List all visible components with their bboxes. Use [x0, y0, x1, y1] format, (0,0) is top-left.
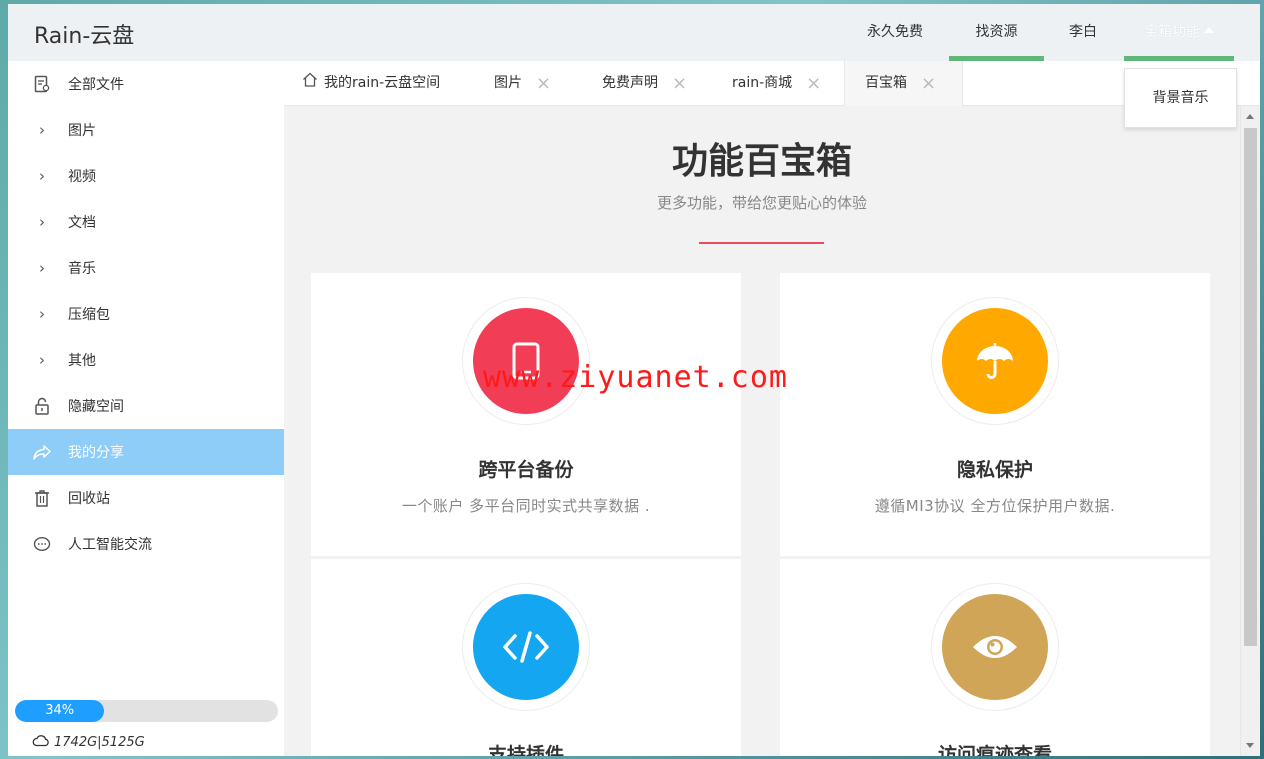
home-icon: [302, 61, 318, 106]
feature-icon-ring: [462, 583, 590, 711]
feature-icon-ring: [931, 583, 1059, 711]
sidebar-item-label: 全部文件: [68, 77, 124, 93]
tab-home[interactable]: 我的rain-云盘空间: [302, 61, 440, 106]
scroll-up-arrow-icon[interactable]: [1246, 114, 1254, 119]
tab-label: rain-商城: [732, 75, 793, 91]
feature-card-privacy[interactable]: 隐私保护 遵循MI3协议 全方位保护用户数据.: [780, 273, 1210, 556]
title-divider: [699, 242, 824, 244]
sidebar-item-label: 我的分享: [68, 445, 124, 461]
sidebar-item-label: 压缩包: [68, 307, 110, 323]
tab-label: 图片: [494, 75, 522, 91]
sidebar-item-label: 图片: [68, 123, 96, 139]
feature-card-visit-trace[interactable]: 访问痕迹查看: [780, 559, 1210, 756]
sidebar-item-archives[interactable]: › 压缩包: [8, 291, 284, 337]
tab-rain-shop[interactable]: rain-商城 ×: [732, 61, 821, 106]
code-icon: [473, 594, 579, 700]
close-icon[interactable]: ×: [536, 61, 551, 106]
feature-card-plugins[interactable]: 支持插件: [311, 559, 741, 756]
tab-bar: 我的rain-云盘空间 图片 × 免费声明 × rain-商城 × 百宝箱 ×: [284, 61, 1260, 106]
close-icon[interactable]: ×: [806, 61, 821, 106]
umbrella-icon: [942, 308, 1048, 414]
chevron-right-icon: ›: [39, 351, 45, 369]
close-icon[interactable]: ×: [672, 61, 687, 106]
top-header: Rain-云盘 永久免费 找资源 李白 宝箱功能: [8, 4, 1260, 61]
sidebar-item-ai-chat[interactable]: 人工智能交流: [8, 521, 284, 567]
sidebar-item-label: 隐藏空间: [68, 399, 124, 415]
app-logo[interactable]: Rain-云盘: [34, 18, 134, 50]
nav-item-free[interactable]: 永久免费: [850, 4, 940, 61]
file-icon: [32, 75, 52, 93]
feature-desc: 遵循MI3协议 全方位保护用户数据.: [874, 497, 1116, 515]
sidebar: 全部文件 › 图片 › 视频 › 文档 › 音乐 › 压缩包 › 其他 隐藏空间…: [8, 61, 284, 756]
sidebar-item-label: 回收站: [68, 491, 110, 507]
trash-icon: [32, 489, 52, 507]
close-icon[interactable]: ×: [921, 61, 936, 106]
chevron-right-icon: ›: [39, 167, 45, 185]
tab-treasure-box[interactable]: 百宝箱 ×: [844, 61, 963, 106]
page-title: 功能百宝箱: [671, 141, 852, 182]
nav-item-find-resource[interactable]: 找资源: [949, 4, 1044, 61]
sidebar-item-my-share[interactable]: 我的分享: [8, 429, 284, 475]
sidebar-item-recycle-bin[interactable]: 回收站: [8, 475, 284, 521]
feature-title: 支持插件: [487, 744, 564, 756]
cloud-icon: [32, 733, 50, 751]
storage-progress-fill: 34%: [15, 700, 105, 722]
feature-title: 跨平台备份: [478, 459, 574, 481]
feature-icon-ring: [931, 297, 1059, 425]
feature-title: 访问痕迹查看: [937, 744, 1052, 756]
nav-item-treasure-box[interactable]: 宝箱功能: [1124, 4, 1234, 61]
sidebar-item-hidden-space[interactable]: 隐藏空间: [8, 383, 284, 429]
page-subtitle: 更多功能，带给您更贴心的体验: [656, 194, 867, 212]
storage-info: 1742G|5125G: [32, 733, 145, 751]
feature-title: 隐私保护: [956, 459, 1033, 481]
main-content: 功能百宝箱 更多功能，带给您更贴心的体验 跨平台备份 一个账户 多平台同时实式共…: [284, 106, 1260, 756]
sidebar-item-label: 文档: [68, 215, 96, 231]
sidebar-item-label: 视频: [68, 169, 96, 185]
share-icon: [32, 444, 52, 460]
dropdown-item-background-music[interactable]: 背景音乐: [1124, 68, 1237, 128]
scroll-thumb[interactable]: [1244, 128, 1257, 646]
tab-label: 免费声明: [602, 75, 658, 91]
sidebar-item-all-files[interactable]: 全部文件: [8, 61, 284, 107]
scroll-down-arrow-icon[interactable]: [1246, 743, 1254, 748]
sidebar-item-images[interactable]: › 图片: [8, 107, 284, 153]
feature-desc: 一个账户 多平台同时实式共享数据 .: [401, 497, 651, 515]
sidebar-item-label: 音乐: [68, 261, 96, 277]
sidebar-item-other[interactable]: › 其他: [8, 337, 284, 383]
content-scrollbar[interactable]: [1240, 106, 1260, 756]
tab-label: 我的rain-云盘空间: [324, 75, 441, 91]
tab-images[interactable]: 图片 ×: [494, 61, 551, 106]
lock-icon: [32, 397, 52, 415]
tab-free-statement[interactable]: 免费声明 ×: [602, 61, 687, 106]
sidebar-item-music[interactable]: › 音乐: [8, 245, 284, 291]
sidebar-item-documents[interactable]: › 文档: [8, 199, 284, 245]
watermark-text: www.ziyuanet.com: [483, 360, 788, 395]
caret-up-icon: [1204, 27, 1214, 33]
sidebar-item-label: 人工智能交流: [68, 537, 152, 553]
nav-item-user[interactable]: 李白: [1052, 4, 1114, 61]
chevron-right-icon: ›: [39, 305, 45, 323]
feature-card-backup[interactable]: 跨平台备份 一个账户 多平台同时实式共享数据 .: [311, 273, 741, 556]
sidebar-item-label: 其他: [68, 353, 96, 369]
chevron-right-icon: ›: [39, 213, 45, 231]
sidebar-item-videos[interactable]: › 视频: [8, 153, 284, 199]
app-window: Rain-云盘 永久免费 找资源 李白 宝箱功能 背景音乐 全部文件 › 图片 …: [8, 4, 1260, 756]
storage-progress-bar: 34%: [15, 700, 278, 722]
tab-label: 百宝箱: [865, 75, 907, 91]
nav-item-treasure-box-label: 宝箱功能: [1144, 24, 1200, 40]
storage-label: 1742G|5125G: [54, 734, 145, 750]
chevron-right-icon: ›: [39, 121, 45, 139]
chat-icon: [32, 536, 52, 552]
chevron-right-icon: ›: [39, 259, 45, 277]
eye-icon: [942, 594, 1048, 700]
